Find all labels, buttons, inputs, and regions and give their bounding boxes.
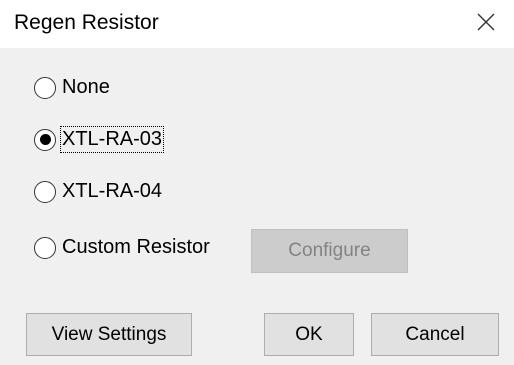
option-custom-resistor[interactable]: Custom Resistor xyxy=(34,236,210,259)
radio-button-xtl-ra-03[interactable] xyxy=(34,128,56,151)
ok-button[interactable]: OK xyxy=(264,313,354,356)
close-icon xyxy=(477,13,495,31)
view-settings-button[interactable]: View Settings xyxy=(26,313,192,356)
radio-button-none[interactable] xyxy=(34,76,56,99)
radio-button-custom-resistor[interactable] xyxy=(34,236,56,259)
option-xtl-ra-04-label: XTL-RA-04 xyxy=(62,180,163,202)
close-button[interactable] xyxy=(466,4,506,40)
option-none-label: None xyxy=(62,76,110,98)
cancel-button[interactable]: Cancel xyxy=(371,313,499,356)
dialog-body: None XTL-RA-03 XTL-RA-04 Custom Resistor… xyxy=(0,48,514,365)
option-xtl-ra-03[interactable]: XTL-RA-03 xyxy=(34,126,165,153)
title-bar: Regen Resistor xyxy=(0,0,514,48)
radio-selected-dot xyxy=(39,134,51,145)
radio-button-xtl-ra-04[interactable] xyxy=(34,180,56,203)
configure-button[interactable]: Configure xyxy=(251,229,408,273)
option-none[interactable]: None xyxy=(34,76,110,99)
option-xtl-ra-04[interactable]: XTL-RA-04 xyxy=(34,180,162,203)
dialog-title: Regen Resistor xyxy=(14,11,159,34)
option-xtl-ra-03-label: XTL-RA-03 xyxy=(59,126,165,153)
regen-resistor-dialog: Regen Resistor None XTL-RA-03 XTL-RA-04 … xyxy=(0,0,514,365)
option-custom-resistor-label: Custom Resistor xyxy=(62,236,210,258)
